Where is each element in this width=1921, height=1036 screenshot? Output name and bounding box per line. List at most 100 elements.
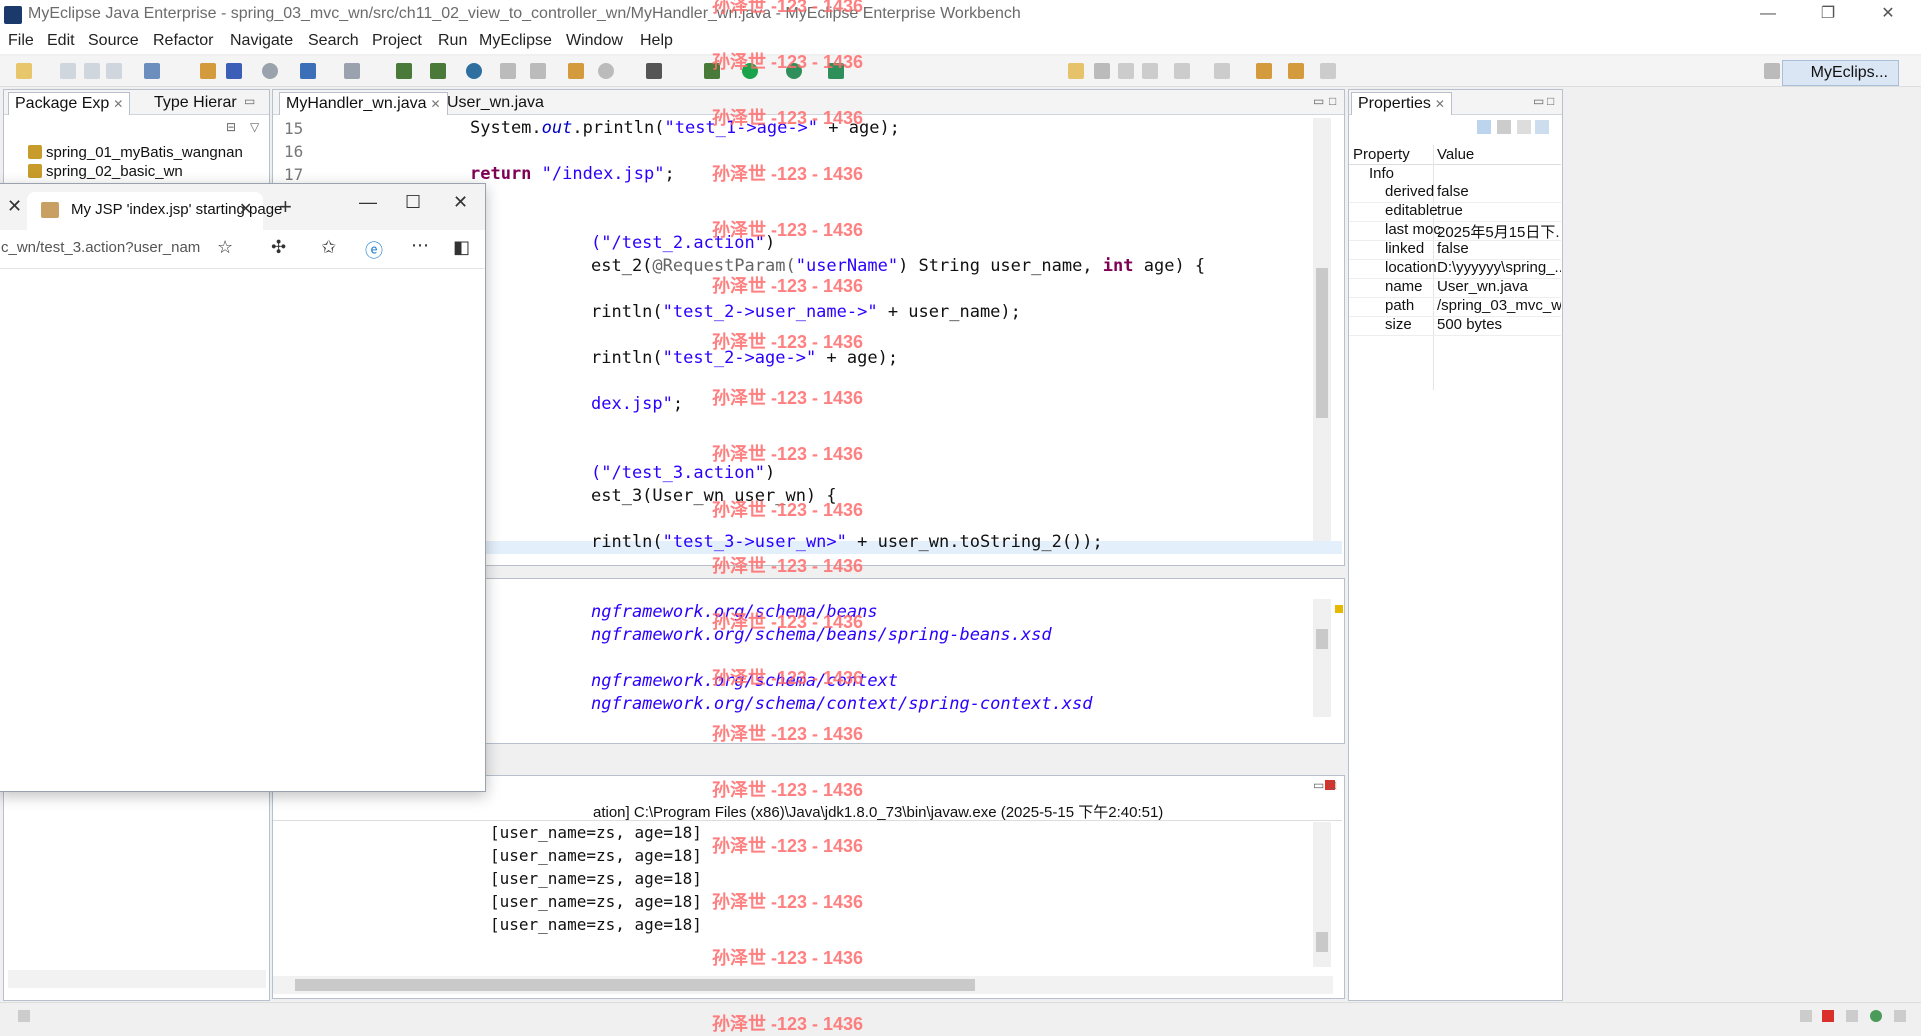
scroll-thumb[interactable] [1316,932,1328,952]
property-row[interactable]: editable true [1349,202,1561,222]
minimize-panel-icon[interactable]: ▭ [1313,778,1324,792]
group-info[interactable]: Info [1369,165,1394,182]
scroll-thumb[interactable] [1316,629,1328,649]
status-tray-icon[interactable] [1822,1010,1834,1022]
xml-line[interactable]: ngframework.org/schema/beans [591,602,878,622]
xml-line[interactable]: ngframework.org/schema/context/spring-co… [591,694,1093,714]
browser-tab[interactable]: My JSP 'index.jsp' starting page ✕ [27,192,282,230]
favorites-icon[interactable]: ✩ [321,237,336,258]
more-icon[interactable]: ⋯ [411,235,429,256]
pin-properties-icon[interactable] [1535,120,1549,134]
search-tool-icon[interactable] [344,63,360,79]
console-vertical-scrollbar[interactable] [1313,822,1331,967]
coverage-icon[interactable] [786,63,802,79]
ie-mode-icon[interactable]: ⓔ [365,237,383,263]
next-annotation-icon[interactable] [1174,63,1190,79]
scroll-thumb[interactable] [1316,268,1328,418]
tab-properties[interactable]: Properties ✕ [1351,92,1452,115]
block-select-icon[interactable] [1142,63,1158,79]
favorite-star-icon[interactable]: ☆ [217,237,233,258]
warning-marker-icon[interactable] [1335,605,1343,613]
close-icon[interactable]: ✕ [113,97,123,111]
forward-icon[interactable] [1320,63,1336,79]
sidebar-icon[interactable]: ◧ [453,237,470,258]
menu-window[interactable]: Window [566,32,623,50]
last-edit-icon[interactable] [1288,63,1304,79]
status-tray-icon[interactable] [1894,1010,1906,1022]
xml-line[interactable]: ngframework.org/schema/beans/spring-bean… [591,625,1052,645]
menu-file[interactable]: File [8,32,34,50]
tab-type-hierarchy[interactable]: Type Hierar [148,92,243,114]
debug-icon[interactable] [704,63,720,79]
toggle-mark-icon[interactable] [1068,63,1084,79]
tab-package-explorer[interactable]: Package Exp ✕ [8,92,131,115]
refresh-icon[interactable] [500,63,516,79]
package-icon[interactable] [200,63,216,79]
close-tab-icon[interactable]: ✕ [7,196,22,217]
run-config-icon[interactable] [396,63,412,79]
maximize-panel-icon[interactable]: □ [1547,94,1554,108]
filter-advanced-icon[interactable] [1497,120,1511,134]
code-line[interactable]: rintln("test_3->user_wn>" + user_wn.toSt… [591,532,1103,552]
code-line[interactable]: dex.jsp"; [591,394,683,414]
restore-button[interactable]: ❐ [1800,0,1856,30]
close-button[interactable]: ✕ [1860,0,1916,30]
pen-icon[interactable] [1094,63,1110,79]
code-line[interactable]: rintln("test_2->age->" + age); [591,348,898,368]
editor-vertical-scrollbar[interactable] [1313,118,1331,548]
minimize-icon[interactable]: — [359,192,377,213]
fast-view-icon[interactable] [18,1010,30,1022]
menu-myeclipse[interactable]: MyEclipse [479,32,552,50]
menu-navigate[interactable]: Navigate [230,32,293,50]
new-project-icon[interactable] [144,63,160,79]
xml-vertical-scrollbar[interactable] [1313,599,1331,717]
status-tray-icon[interactable] [1800,1010,1812,1022]
property-row[interactable]: linked false [1349,240,1561,260]
xml-line[interactable]: ngframework.org/schema/context [591,671,898,691]
menu-edit[interactable]: Edit [47,32,75,50]
status-tray-icon[interactable] [1870,1010,1882,1022]
menu-project[interactable]: Project [372,32,422,50]
property-row[interactable]: name User_wn.java [1349,278,1561,298]
browser-icon[interactable] [466,63,482,79]
code-line[interactable]: System.out.println("test_1->age->" + age… [470,118,900,138]
extensions-icon[interactable]: ✣ [271,237,286,258]
address-bar[interactable]: c_wn/test_3.action?user_name... ☆ ✣ ✩ ⓔ … [0,230,485,269]
deploy-icon[interactable] [226,63,242,79]
code-line[interactable]: rintln("test_2->user_name->" + user_name… [591,302,1021,322]
minimize-button[interactable]: — [1740,0,1796,30]
open-type-icon[interactable] [300,63,316,79]
perspective-myeclipse[interactable]: MyEclips... [1781,60,1899,86]
print-icon[interactable] [106,63,122,79]
minimize-panel-icon[interactable]: ▭ [1533,94,1544,108]
menu-search[interactable]: Search [308,32,359,50]
stop-icon[interactable] [530,63,546,79]
terminal-icon[interactable] [646,63,662,79]
status-tray-icon[interactable] [1846,1010,1858,1022]
console-horizontal-scrollbar[interactable] [273,976,1333,994]
external-tools-icon[interactable] [828,63,844,79]
maximize-icon[interactable]: ☐ [405,192,421,213]
minimize-panel-icon[interactable]: ▭ [1313,94,1324,108]
code-line[interactable]: return "/index.jsp"; [470,164,675,184]
maximize-panel-icon[interactable]: □ [1329,778,1336,792]
code-line[interactable]: ("/test_3.action") [591,463,775,483]
property-row[interactable]: size 500 bytes [1349,316,1561,336]
restore-default-icon[interactable] [1517,120,1531,134]
menu-source[interactable]: Source [88,32,139,50]
address-url[interactable]: c_wn/test_3.action?user_name... [1,239,201,256]
open-folder-icon[interactable] [568,63,584,79]
scroll-thumb[interactable] [295,979,975,991]
close-icon[interactable]: ✕ [431,97,441,111]
menu-run[interactable]: Run [438,32,467,50]
property-row[interactable]: derived false [1349,183,1561,203]
prev-annotation-icon[interactable] [1214,63,1230,79]
tab-myhandler[interactable]: MyHandler_wn.java ✕ [279,92,448,115]
menu-help[interactable]: Help [640,32,673,50]
horizontal-scrollbar[interactable] [8,970,266,988]
server-icon[interactable] [262,63,278,79]
open-perspective-icon[interactable] [1764,63,1780,79]
view-menu-icon[interactable]: ▽ [250,120,259,134]
collapse-all-icon[interactable]: ⊟ [226,120,236,134]
close-icon[interactable]: ✕ [1435,97,1445,111]
